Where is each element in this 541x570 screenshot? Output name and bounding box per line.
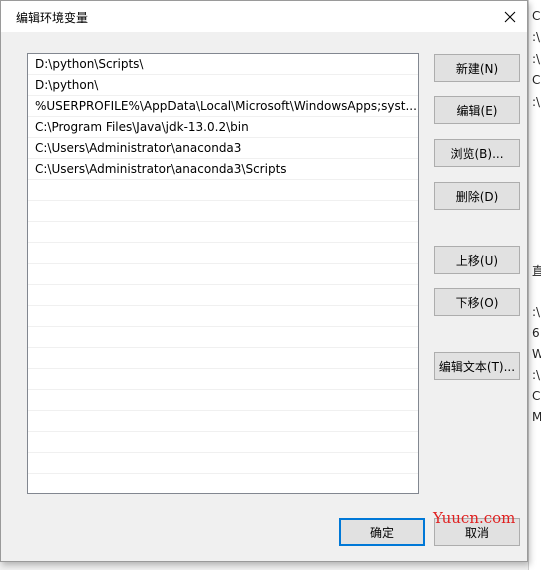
list-item[interactable] [28, 369, 418, 390]
list-item[interactable] [28, 390, 418, 411]
background-text: C [532, 73, 541, 87]
background-text: :\ [532, 52, 541, 66]
title-bar[interactable]: 编辑环境变量 [1, 1, 527, 32]
list-item[interactable] [28, 222, 418, 243]
background-text: :\ [532, 30, 541, 44]
list-item[interactable]: D:\python\Scripts\ [28, 54, 418, 75]
list-item[interactable] [28, 474, 418, 493]
list-item[interactable]: C:\Program Files\Java\jdk-13.0.2\bin [28, 117, 418, 138]
list-item[interactable]: C:\Users\Administrator\anaconda3\Scripts [28, 159, 418, 180]
watermark: Yuucn.com [433, 509, 516, 527]
dialog-title: 编辑环境变量 [16, 11, 89, 25]
close-button[interactable] [493, 1, 527, 32]
list-item[interactable] [28, 285, 418, 306]
list-item[interactable]: D:\python\ [28, 75, 418, 96]
background-text: :\ [532, 305, 541, 319]
background-text: 直 [532, 262, 541, 279]
background-window-edge: C :\ :\ C :\ 直 :\ 6 Wi :\ C M [528, 0, 541, 570]
background-text: Wi [532, 347, 541, 361]
move-up-button[interactable]: 上移(U) [434, 246, 520, 274]
browse-button[interactable]: 浏览(B)... [434, 139, 520, 167]
list-item[interactable] [28, 180, 418, 201]
list-item[interactable] [28, 201, 418, 222]
background-text: :\ [532, 95, 541, 109]
list-item[interactable] [28, 327, 418, 348]
new-button[interactable]: 新建(N) [434, 54, 520, 82]
background-text: :\ [532, 368, 541, 382]
path-list[interactable]: D:\python\Scripts\ D:\python\ %USERPROFILE… [27, 53, 419, 494]
list-item[interactable] [28, 432, 418, 453]
ok-button[interactable]: 确定 [339, 518, 425, 546]
edit-text-button[interactable]: 编辑文本(T)... [434, 352, 520, 380]
list-item[interactable] [28, 453, 418, 474]
list-item[interactable]: C:\Users\Administrator\anaconda3 [28, 138, 418, 159]
list-item[interactable] [28, 348, 418, 369]
list-item[interactable]: %USERPROFILE%\AppData\Local\Microsoft\Wi… [28, 96, 418, 117]
list-item[interactable] [28, 243, 418, 264]
list-item[interactable] [28, 306, 418, 327]
close-icon [504, 11, 516, 22]
delete-button[interactable]: 删除(D) [434, 182, 520, 210]
background-text: C [532, 389, 541, 403]
edit-environment-variable-dialog: 编辑环境变量 D:\python\Scripts\ D:\python\ %USER… [0, 0, 528, 562]
list-item[interactable] [28, 411, 418, 432]
list-item[interactable] [28, 264, 418, 285]
background-text: C [532, 9, 541, 23]
move-down-button[interactable]: 下移(O) [434, 288, 520, 316]
edit-button[interactable]: 编辑(E) [434, 96, 520, 124]
background-text: 6 [532, 326, 540, 340]
background-text: M [532, 410, 541, 424]
